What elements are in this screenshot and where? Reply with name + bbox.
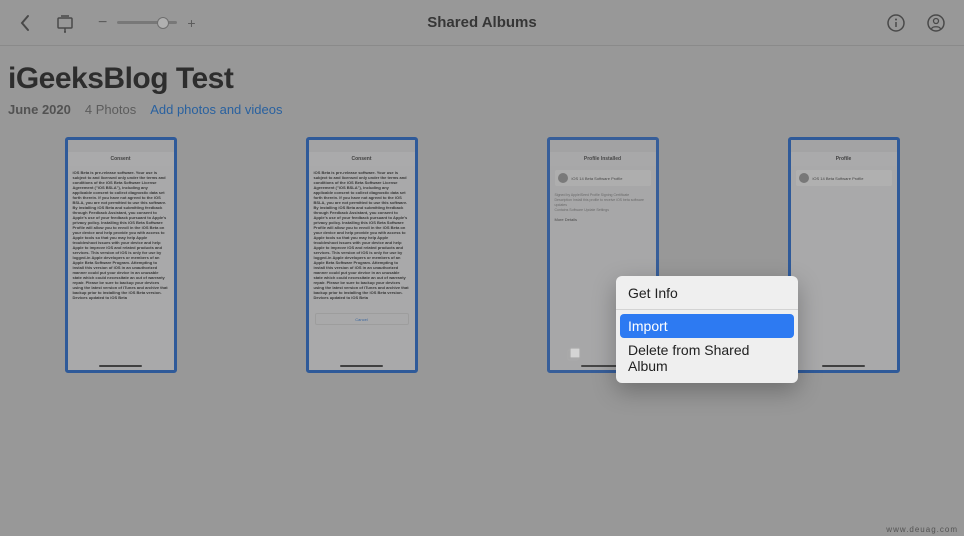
people-button[interactable]	[926, 13, 946, 33]
menu-item-import[interactable]: Import	[620, 314, 794, 338]
photo-thumbnail[interactable]: Profile iOS 14 Beta Software Profile	[788, 137, 900, 373]
info-button[interactable]	[886, 13, 906, 33]
zoom-slider-thumb[interactable]	[157, 17, 169, 29]
album-header: iGeeksBlog Test June 2020 4 Photos Add p…	[0, 46, 964, 123]
slideshow-button[interactable]	[54, 12, 76, 34]
add-photos-link[interactable]: Add photos and videos	[150, 102, 282, 117]
back-button[interactable]	[18, 13, 32, 33]
menu-item-delete[interactable]: Delete from Shared Album	[616, 338, 798, 378]
photo-thumbnail[interactable]: Consent iOS Beta is pre-release software…	[65, 137, 177, 373]
context-menu: Get Info Import Delete from Shared Album	[616, 276, 798, 383]
photo-grid: Consent iOS Beta is pre-release software…	[0, 123, 964, 373]
toolbar: − + Shared Albums	[0, 0, 964, 46]
photo-thumbnail[interactable]: Consent iOS Beta is pre-release software…	[306, 137, 418, 373]
share-indicator-icon	[566, 346, 582, 362]
zoom-slider[interactable]	[117, 21, 177, 24]
watermark: www.deuag.com	[886, 525, 958, 534]
photo-count: 4 Photos	[85, 102, 136, 117]
zoom-slider-group: − +	[98, 14, 196, 32]
zoom-in-button[interactable]: +	[187, 15, 195, 31]
menu-item-get-info[interactable]: Get Info	[616, 281, 798, 305]
menu-separator	[616, 309, 798, 310]
album-title: iGeeksBlog Test	[8, 62, 956, 96]
album-date: June 2020	[8, 102, 71, 117]
zoom-out-button[interactable]: −	[98, 14, 107, 32]
